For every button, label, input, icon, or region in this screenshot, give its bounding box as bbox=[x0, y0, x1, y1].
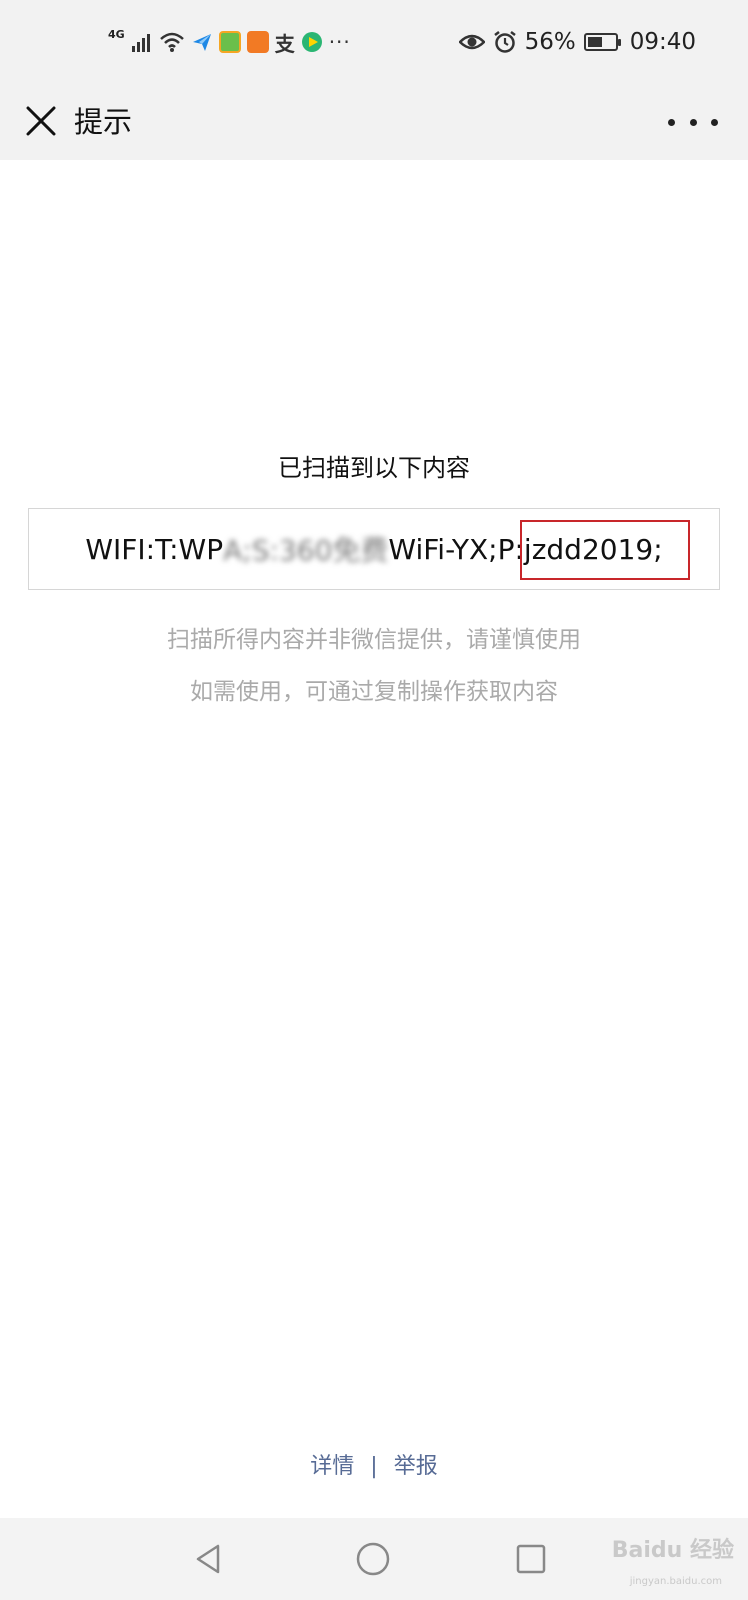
baidu-watermark-url: jingyan.baidu.com bbox=[629, 1576, 722, 1587]
footer-links: 详情 | 举报 bbox=[0, 1448, 748, 1480]
page-title: 提示 bbox=[74, 105, 133, 139]
network-type: 4G bbox=[108, 27, 125, 41]
recents-square-icon bbox=[516, 1544, 546, 1574]
eye-icon bbox=[458, 34, 485, 50]
status-left: 4G 支 ··· bbox=[108, 24, 351, 60]
close-icon bbox=[26, 106, 56, 136]
scan-text-middle: WiFi-YX;P bbox=[388, 532, 515, 566]
uc-browser-icon bbox=[246, 31, 269, 53]
battery-icon bbox=[583, 33, 621, 51]
dot bbox=[689, 118, 697, 126]
wifi-icon bbox=[159, 32, 184, 52]
baidu-watermark: Baidu 经验 bbox=[611, 1538, 734, 1563]
alarm-icon bbox=[493, 31, 516, 53]
report-link[interactable]: 举报 bbox=[394, 1448, 438, 1480]
home-button[interactable] bbox=[350, 1536, 396, 1582]
send-app-icon bbox=[192, 34, 211, 51]
scan-result-heading: 已扫描到以下内容 bbox=[278, 454, 470, 482]
status-bar: 4G 支 ··· 56% 09:40 bbox=[0, 0, 748, 86]
footer-separator: | bbox=[370, 1454, 378, 1479]
title-bar: 提示 bbox=[0, 86, 748, 160]
home-circle-icon bbox=[356, 1542, 390, 1576]
scan-text-blurred: A;S:360免费 bbox=[223, 534, 389, 567]
back-button[interactable] bbox=[186, 1536, 232, 1582]
scan-text-prefix: WIFI:T:WP bbox=[85, 532, 224, 566]
more-dots-icon: ··· bbox=[328, 30, 351, 54]
dot bbox=[711, 118, 718, 126]
battery-fill bbox=[587, 37, 603, 47]
dot bbox=[668, 118, 675, 126]
warning-note-line1: 扫描所得内容并非微信提供，请谨慎使用 bbox=[167, 627, 581, 653]
video-app-icon bbox=[301, 32, 322, 52]
clock: 09:40 bbox=[629, 29, 696, 55]
green-app-icon bbox=[218, 31, 241, 53]
status-right: 56% 09:40 bbox=[458, 24, 696, 60]
close-button[interactable] bbox=[20, 100, 64, 144]
back-triangle-icon bbox=[196, 1544, 220, 1574]
more-options-button[interactable] bbox=[668, 100, 718, 144]
password-highlight-box bbox=[520, 520, 690, 580]
recents-button[interactable] bbox=[508, 1536, 554, 1582]
battery-percent: 56% bbox=[524, 29, 576, 55]
details-link[interactable]: 详情 bbox=[310, 1448, 354, 1480]
alipay-icon: 支 bbox=[274, 31, 295, 56]
warning-note-line2: 如需使用，可通过复制操作获取内容 bbox=[190, 679, 558, 705]
signal-icon bbox=[131, 34, 150, 52]
